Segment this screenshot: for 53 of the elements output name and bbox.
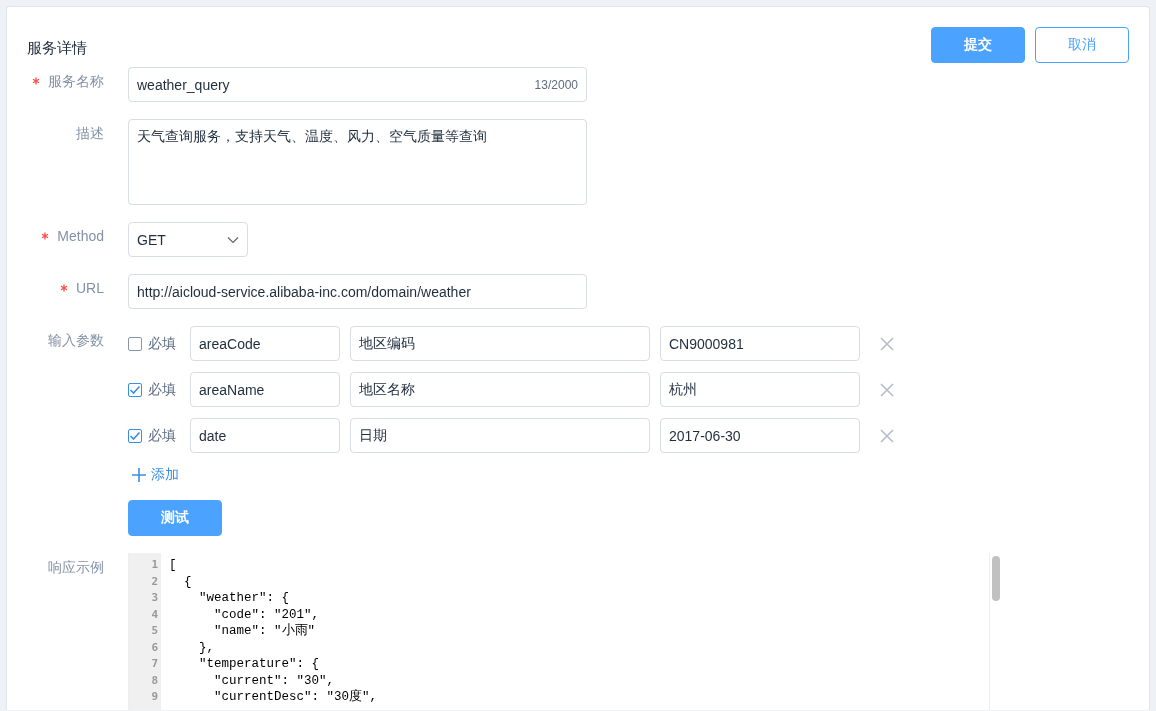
param-description-field[interactable]: 地区名称 (350, 372, 650, 407)
code-editor[interactable]: 1 2 3 4 5 6 7 8 9 [ { "weather": { "code": "201", "name": "小雨" }, "temperature": { "current": "30", "currentDesc": "30度", (128, 553, 1002, 710)
field-label: 输入参数 (48, 332, 104, 348)
param-example-field[interactable]: 2017-06-30 (660, 418, 860, 453)
line-number: 1 (150, 557, 159, 573)
param-example-field[interactable]: CN9000981 (660, 326, 860, 361)
param-description-field[interactable]: 日期 (350, 418, 650, 453)
line-number: 6 (150, 639, 159, 656)
line-number: 3 (150, 590, 159, 606)
line-number: 9 (150, 689, 159, 705)
code-line: "currentDesc": "30度", (213, 690, 378, 704)
checkbox[interactable] (128, 382, 142, 397)
add-link[interactable]: 添加 (132, 466, 179, 484)
close-icon[interactable] (879, 427, 895, 444)
code-line: "name": "小雨" (213, 624, 316, 638)
plus-icon (132, 468, 146, 482)
checkbox[interactable] (128, 336, 142, 351)
code-line: "temperature": { (198, 657, 320, 671)
required-label: 必填 (148, 426, 176, 445)
checkbox[interactable] (128, 428, 142, 443)
code-line: "code": "201", (213, 607, 320, 622)
required-label: 必填 (148, 380, 176, 399)
line-number: 2 (150, 573, 159, 590)
line-number: 7 (150, 656, 159, 672)
character-counter: 13/2000 (534, 77, 578, 92)
chevron-down-icon (227, 235, 239, 244)
line-number: 8 (150, 672, 159, 689)
required-label: 必填 (148, 334, 176, 353)
method-dropdown[interactable]: GET (128, 222, 248, 257)
code-line: [ (169, 558, 177, 572)
close-icon[interactable] (879, 381, 895, 398)
code-line: "weather": { (198, 591, 290, 605)
text-field[interactable]: http://aicloud-service.alibaba-inc.com/domain/weather (128, 274, 587, 309)
code-line: }, (198, 640, 214, 655)
close-icon[interactable] (879, 335, 895, 352)
text-field[interactable]: weather_query 13/2000 (128, 67, 587, 102)
line-number: 5 (150, 623, 159, 639)
description-field[interactable]: 天气查询服务，支持天气、温度、风力、空气质量等查询 (128, 119, 587, 205)
field-label: Method (57, 228, 104, 244)
scrollbar[interactable] (989, 553, 1002, 710)
param-name-field[interactable]: areaName (190, 372, 340, 407)
param-example-field[interactable]: 杭州 (660, 372, 860, 407)
param-name-field[interactable]: areaCode (190, 326, 340, 361)
field-label: URL (76, 280, 104, 296)
field-label: 响应示例 (48, 559, 104, 575)
page-title: 服务详情 (27, 39, 87, 58)
field-label: 描述 (76, 125, 104, 141)
line-number: 4 (150, 606, 159, 623)
code-line: { (183, 574, 192, 589)
param-description-field[interactable]: 地区编码 (350, 326, 650, 361)
param-name-field[interactable]: date (190, 418, 340, 453)
code-line: "current": "30", (213, 673, 335, 688)
field-label: 服务名称 (48, 73, 104, 89)
